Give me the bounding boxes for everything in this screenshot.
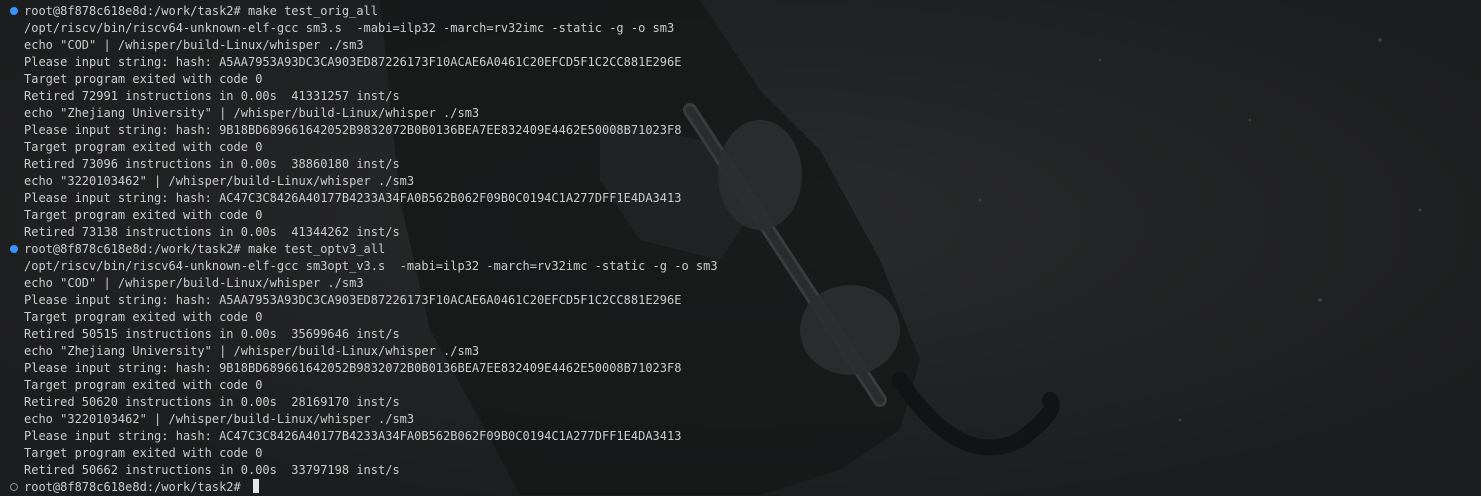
output-text: Please input string: hash: AC47C3C8426A4… [24,429,682,443]
output-text: Please input string: hash: AC47C3C8426A4… [24,191,682,205]
terminal-line: echo "3220103462" | /whisper/build-Linux… [0,411,1481,428]
terminal-line: Please input string: hash: A5AA7953A93DC… [0,54,1481,71]
terminal-line: Target program exited with code 0 [0,139,1481,156]
output-text: echo "COD" | /whisper/build-Linux/whispe… [24,38,364,52]
circle-filled-icon[interactable] [10,245,18,253]
terminal-line: echo "Zhejiang University" | /whisper/bu… [0,343,1481,360]
output-text: Target program exited with code 0 [24,208,263,222]
terminal-line: Retired 50515 instructions in 0.00s 3569… [0,326,1481,343]
terminal-line: Target program exited with code 0 [0,377,1481,394]
prompt-text: root@8f878c618e8d:/work/task2# [24,480,248,494]
terminal-line: /opt/riscv/bin/riscv64-unknown-elf-gcc s… [0,20,1481,37]
terminal-line: /opt/riscv/bin/riscv64-unknown-elf-gcc s… [0,258,1481,275]
output-text: Retired 72991 instructions in 0.00s 4133… [24,89,400,103]
terminal-line: echo "COD" | /whisper/build-Linux/whispe… [0,275,1481,292]
terminal-line: Target program exited with code 0 [0,445,1481,462]
output-text: Please input string: hash: 9B18BD6896616… [24,361,682,375]
terminal-line: Retired 50620 instructions in 0.00s 2816… [0,394,1481,411]
text-cursor [252,479,259,493]
output-text: /opt/riscv/bin/riscv64-unknown-elf-gcc s… [24,259,718,273]
terminal-line: Please input string: hash: A5AA7953A93DC… [0,292,1481,309]
terminal-line: Target program exited with code 0 [0,309,1481,326]
terminal-line: Please input string: hash: AC47C3C8426A4… [0,428,1481,445]
terminal-line: Target program exited with code 0 [0,71,1481,88]
terminal-line: echo "3220103462" | /whisper/build-Linux… [0,173,1481,190]
output-text: Retired 50620 instructions in 0.00s 2816… [24,395,400,409]
terminal-line: root@8f878c618e8d:/work/task2# make test… [0,3,1481,20]
terminal-line: echo "Zhejiang University" | /whisper/bu… [0,105,1481,122]
output-text: echo "COD" | /whisper/build-Linux/whispe… [24,276,364,290]
output-text: Target program exited with code 0 [24,378,263,392]
output-text: Retired 50662 instructions in 0.00s 3379… [24,463,400,477]
output-text: Retired 73138 instructions in 0.00s 4134… [24,225,400,239]
output-text: echo "Zhejiang University" | /whisper/bu… [24,106,480,120]
terminal-line: Retired 73096 instructions in 0.00s 3886… [0,156,1481,173]
output-text: echo "Zhejiang University" | /whisper/bu… [24,344,480,358]
circle-filled-icon[interactable] [10,7,18,15]
terminal-line: Please input string: hash: 9B18BD6896616… [0,360,1481,377]
output-text: echo "3220103462" | /whisper/build-Linux… [24,174,415,188]
output-text: Target program exited with code 0 [24,446,263,460]
output-text: Target program exited with code 0 [24,310,263,324]
output-text: Please input string: hash: A5AA7953A93DC… [24,55,682,69]
terminal-line: echo "COD" | /whisper/build-Linux/whispe… [0,37,1481,54]
terminal-line: Please input string: hash: 9B18BD6896616… [0,122,1481,139]
output-text: Please input string: hash: 9B18BD6896616… [24,123,682,137]
terminal-line: root@8f878c618e8d:/work/task2# make test… [0,241,1481,258]
terminal-output[interactable]: root@8f878c618e8d:/work/task2# make test… [0,0,1481,495]
terminal-line: Target program exited with code 0 [0,207,1481,224]
terminal-line: Retired 73138 instructions in 0.00s 4134… [0,224,1481,241]
circle-outline-icon[interactable] [10,483,18,491]
output-text: /opt/riscv/bin/riscv64-unknown-elf-gcc s… [24,21,675,35]
output-text: Target program exited with code 0 [24,72,263,86]
terminal-prompt-line[interactable]: root@8f878c618e8d:/work/task2# [0,479,1481,496]
terminal-line: Please input string: hash: AC47C3C8426A4… [0,190,1481,207]
output-text: Retired 73096 instructions in 0.00s 3886… [24,157,400,171]
output-text: Please input string: hash: A5AA7953A93DC… [24,293,682,307]
prompt-command-text: root@8f878c618e8d:/work/task2# make test… [24,4,379,18]
terminal-line: Retired 72991 instructions in 0.00s 4133… [0,88,1481,105]
output-text: Retired 50515 instructions in 0.00s 3569… [24,327,400,341]
prompt-command-text: root@8f878c618e8d:/work/task2# make test… [24,242,386,256]
output-text: echo "3220103462" | /whisper/build-Linux… [24,412,415,426]
terminal-line: Retired 50662 instructions in 0.00s 3379… [0,462,1481,479]
output-text: Target program exited with code 0 [24,140,263,154]
